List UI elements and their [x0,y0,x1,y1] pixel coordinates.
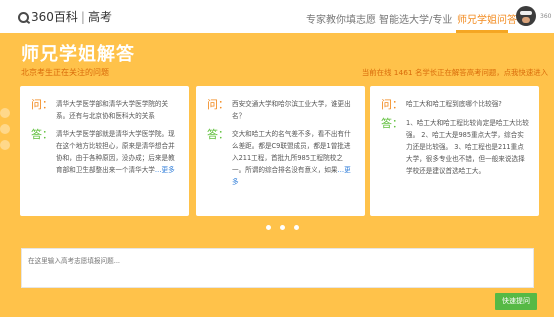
avatar[interactable] [516,6,536,26]
question-row: 问： 西安交通大学和哈尔滨工业大学，谁更出名？ [207,98,355,122]
carousel-dot[interactable] [266,225,271,230]
nav-expert-guide[interactable]: 专家教你填志愿 [306,11,376,26]
question-row: 问： 哈工大和哈工程到底哪个比较强? [381,98,529,111]
carousel-pagination [266,225,308,230]
question-input[interactable] [21,248,534,288]
question-text: 哈工大和哈工程到底哪个比较强? [406,100,502,108]
page-title: 师兄学姐解答 [21,44,135,65]
question-label: 问： [207,98,229,111]
logo-ring-icon [18,11,29,23]
carousel-dot[interactable] [294,225,299,230]
top-bar: 360百科 | 高考 专家教你填志愿 智能选大学/专业 师兄学姐问答 360 [0,0,554,33]
answer-body: 交大和哈工大的名气差不多，看不出有什么差距。都是C9联盟成员，都是1曾批进入21… [232,128,355,188]
question-label: 问： [31,98,53,111]
answer-text: 1、哈工大和哈工程比较肯定是哈工大比较强。 2、哈工大是985重点大学，综合实力… [406,119,529,175]
active-nav-indicator [456,30,508,33]
side-dot [0,124,10,134]
qa-card[interactable]: 问： 清华大学医学部和清华大学医学院的关系。还有与北京协和医科大的关系 答： 清… [20,86,189,216]
nav-senior-qa[interactable]: 师兄学姐问答 [457,11,517,26]
site-logo[interactable]: 360百科 | 高考 [18,10,112,24]
answer-label: 答： [381,117,403,130]
answer-body: 清华大学医学部就是清华大学医学院。现在这个地方比较担心，原来是清华想合并协和，由… [56,128,179,176]
more-link[interactable]: …更多 [155,166,175,174]
answer-label: 答： [31,128,53,141]
online-stats-link[interactable]: 当前在线 1461 名学长正在解答高考问题，点我快速进入 [362,67,548,78]
logo-separator: | [80,10,85,24]
question-text: 西安交通大学和哈尔滨工业大学，谁更出名？ [232,100,351,120]
qa-card[interactable]: 问： 西安交通大学和哈尔滨工业大学，谁更出名？ 答： 交大和哈工大的名气差不多，… [196,86,365,216]
answer-label: 答： [207,128,229,141]
answer-row: 答： 1、哈工大和哈工程比较肯定是哈工大比较强。 2、哈工大是985重点大学，综… [381,117,529,177]
question-row: 问： 清华大学医学部和清华大学医学院的关系。还有与北京协和医科大的关系 [31,98,179,122]
question-label: 问： [381,98,403,111]
logo-subtitle: 高考 [87,10,112,24]
carousel-dot[interactable] [280,225,285,230]
side-dot [0,140,10,150]
answer-row: 答： 清华大学医学部就是清华大学医学院。现在这个地方比较担心，原来是清华想合并协… [31,128,179,176]
nav-smart-select[interactable]: 智能选大学/专业 [379,11,452,26]
section-label: 北京考生正在关注的问题 [21,68,109,77]
answer-text: 交大和哈工大的名气差不多，看不出有什么差距。都是C9联盟成员，都是1曾批进入21… [232,130,351,174]
answer-row: 答： 交大和哈工大的名气差不多，看不出有什么差距。都是C9联盟成员，都是1曾批进… [207,128,355,188]
quick-ask-button[interactable]: 快速提问 [495,293,537,310]
question-text: 清华大学医学部和清华大学医学院的关系。还有与北京协和医科大的关系 [56,100,169,120]
answer-body: 1、哈工大和哈工程比较肯定是哈工大比较强。 2、哈工大是985重点大学，综合实力… [406,117,529,177]
qa-card[interactable]: 问： 哈工大和哈工程到底哪个比较强? 答： 1、哈工大和哈工程比较肯定是哈工大比… [370,86,539,216]
side-dot [0,108,10,118]
logo-brand: 360百科 [31,10,78,24]
user-name[interactable]: 360 [540,13,551,20]
